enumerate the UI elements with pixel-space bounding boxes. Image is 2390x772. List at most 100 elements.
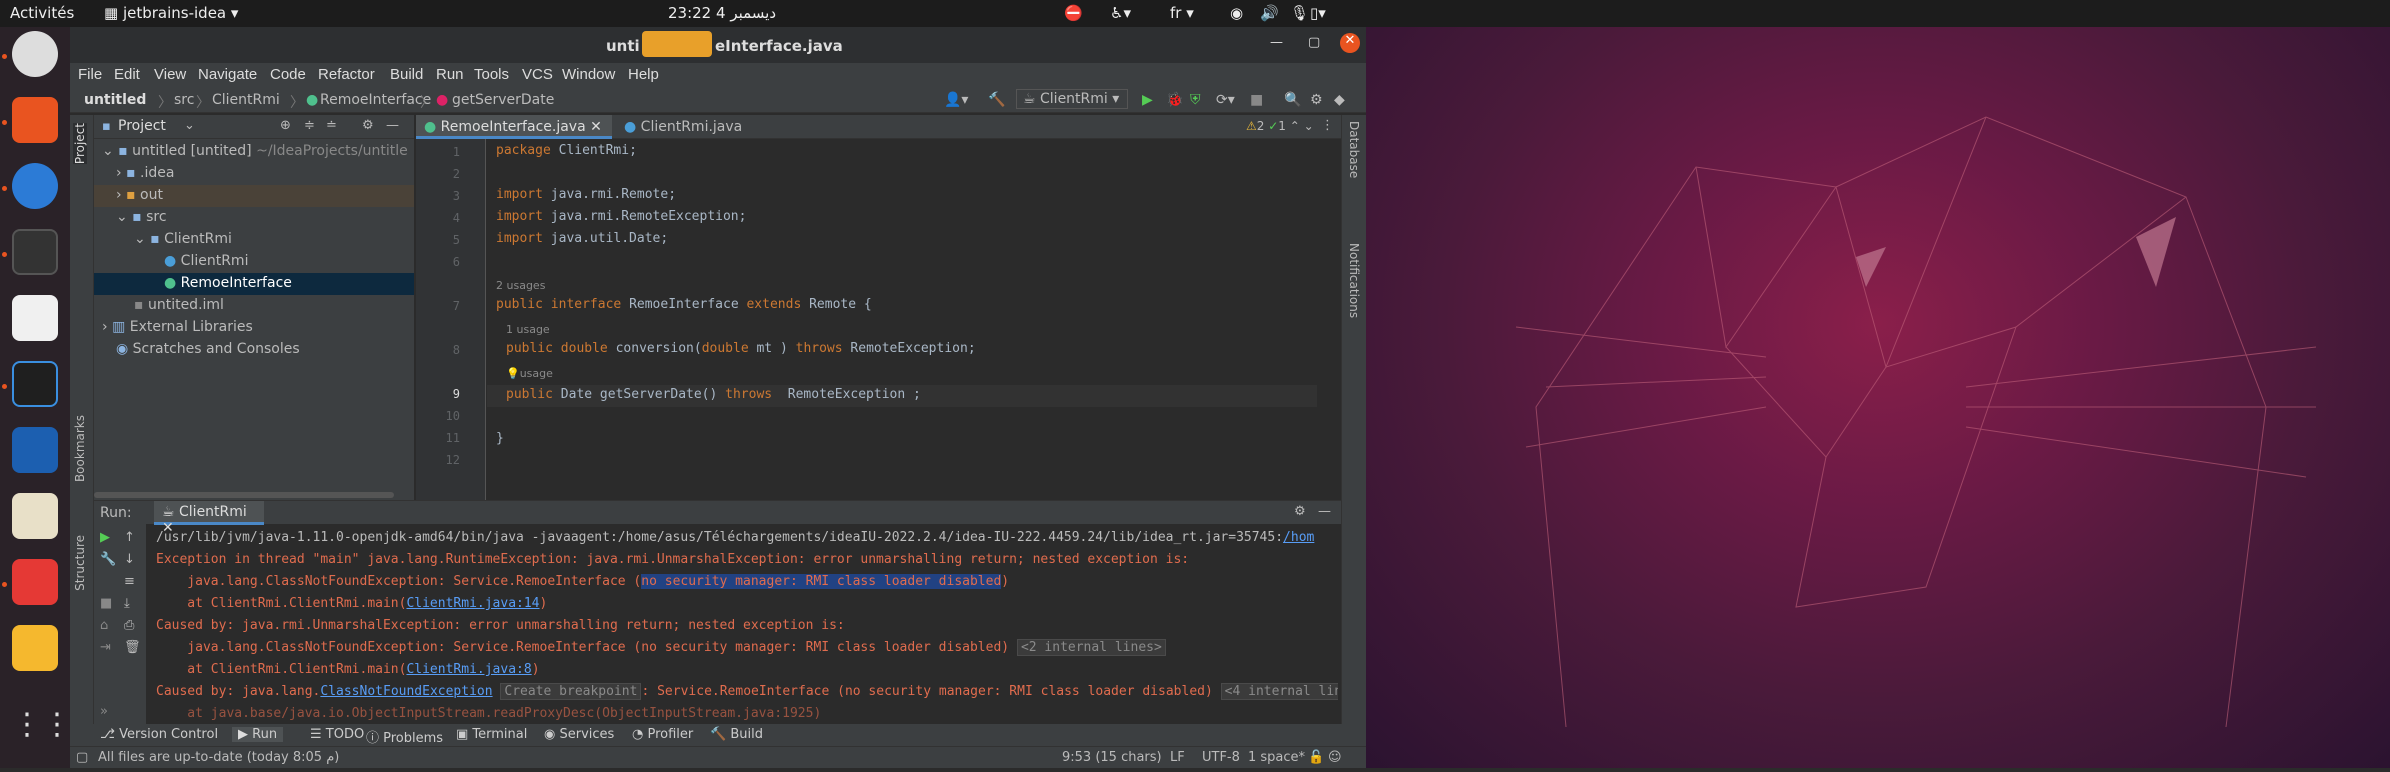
- camera-icon[interactable]: ⌂: [100, 618, 108, 633]
- record-icon[interactable]: ⛔: [1064, 4, 1083, 22]
- tree-item-external-libs[interactable]: › ▥ External Libraries: [102, 319, 253, 335]
- console-link[interactable]: /hom: [1283, 530, 1314, 545]
- volume-icon[interactable]: 🔊: [1260, 4, 1279, 22]
- build-hammer-icon[interactable]: 🔨: [988, 92, 1005, 108]
- notifications-tool-tab[interactable]: Notifications: [1347, 243, 1361, 318]
- run-config-tab[interactable]: ☕ ClientRmi ✕: [154, 501, 264, 536]
- tab-version-control[interactable]: ⎇ Version Control: [100, 727, 218, 742]
- run-hide-icon[interactable]: —: [1318, 504, 1331, 519]
- code-line-11[interactable]: }: [496, 431, 504, 446]
- code-line-1[interactable]: package ClientRmi;: [496, 143, 637, 158]
- menu-vcs[interactable]: VCS: [522, 66, 553, 83]
- inspection-widget[interactable]: ⚠2 ✓1 ⌃ ⌄: [1246, 119, 1314, 133]
- structure-tool-tab[interactable]: Structure: [73, 535, 87, 591]
- tab-close-icon[interactable]: ✕: [590, 119, 602, 135]
- inspector-icon[interactable]: ☺: [1328, 750, 1342, 765]
- soft-wrap-icon[interactable]: ≡: [124, 574, 135, 589]
- screen-share-indicator[interactable]: [642, 31, 712, 57]
- usages-hint[interactable]: 2 usages: [496, 279, 545, 292]
- code-line-3[interactable]: import java.rmi.Remote;: [496, 187, 676, 202]
- project-panel-title[interactable]: Project: [118, 118, 166, 134]
- tab-profiler[interactable]: ◔ Profiler: [632, 727, 693, 742]
- menu-tools[interactable]: Tools: [474, 66, 509, 83]
- file-encoding[interactable]: UTF-8: [1202, 750, 1240, 765]
- console-link[interactable]: ClientRmi.java:14: [406, 596, 539, 611]
- more-icon[interactable]: »: [100, 704, 108, 719]
- project-tool-tab[interactable]: Project: [73, 123, 87, 165]
- code-line-5[interactable]: import java.util.Date;: [496, 231, 668, 246]
- tree-item-iml[interactable]: ▪ untited.iml: [134, 297, 224, 313]
- wifi-icon[interactable]: ◉: [1230, 4, 1243, 22]
- document-viewer-icon[interactable]: [12, 295, 58, 341]
- user-icon[interactable]: 👤▾: [944, 92, 968, 108]
- console-link[interactable]: ClassNotFoundException: [320, 684, 492, 699]
- search-icon[interactable]: 🔍: [1284, 92, 1301, 108]
- breadcrumb-interface[interactable]: RemoeInterface: [320, 92, 431, 108]
- run-icon[interactable]: ▶: [1142, 92, 1153, 108]
- create-breakpoint-chip[interactable]: Create breakpoint: [500, 683, 642, 700]
- tree-root[interactable]: ⌄ ▪ untitled [untited] ~/IdeaProjects/un…: [102, 143, 408, 159]
- run-gear-icon[interactable]: ⚙: [1294, 504, 1306, 519]
- system-monitor-icon[interactable]: [12, 427, 58, 473]
- caret-position[interactable]: 9:53 (15 chars): [1062, 750, 1162, 765]
- tabs-menu-icon[interactable]: ⋮: [1321, 118, 1334, 133]
- intellij-idea-icon[interactable]: [12, 361, 58, 407]
- maximize-icon[interactable]: ▢: [1308, 35, 1320, 50]
- menu-window[interactable]: Window: [562, 66, 615, 83]
- tab-services[interactable]: ◉ Services: [544, 727, 614, 742]
- help-icon[interactable]: [12, 163, 58, 209]
- tree-item-out[interactable]: › ▪ out: [94, 185, 414, 207]
- more-run-icon[interactable]: ⟳▾: [1216, 92, 1235, 108]
- settings-icon[interactable]: ⚙: [1310, 92, 1323, 108]
- anydesk-icon[interactable]: [12, 559, 58, 605]
- selected-text[interactable]: no security manager: RMI class loader di…: [641, 574, 1002, 589]
- collapse-all-icon[interactable]: ≐: [326, 118, 337, 133]
- text-editor-icon[interactable]: [12, 493, 58, 539]
- close-icon[interactable]: ✕: [1340, 33, 1360, 53]
- gear-icon[interactable]: ⚙: [362, 118, 374, 133]
- bookmarks-tool-tab[interactable]: Bookmarks: [73, 415, 87, 482]
- menu-view[interactable]: View: [154, 66, 186, 83]
- down-icon[interactable]: ↓: [124, 552, 135, 567]
- print-icon[interactable]: ⎙: [124, 618, 134, 633]
- expand-all-icon[interactable]: ≑: [304, 118, 315, 133]
- code-line-9[interactable]: public Date getServerDate() throws Remot…: [506, 387, 921, 402]
- rerun-icon[interactable]: ▶: [100, 530, 110, 545]
- code-line-4[interactable]: import java.rmi.RemoteException;: [496, 209, 746, 224]
- debug-icon[interactable]: 🐞: [1166, 92, 1183, 108]
- code-line-7[interactable]: public interface RemoeInterface extends …: [496, 297, 872, 312]
- tab-build[interactable]: 🔨 Build: [710, 727, 763, 742]
- usages-hint[interactable]: 1 usage: [506, 323, 550, 336]
- stop-run-icon[interactable]: ■: [100, 596, 112, 611]
- rhythmbox-icon[interactable]: [12, 31, 58, 77]
- app-menu[interactable]: ▦ jetbrains-idea ▾: [104, 4, 238, 22]
- tree-item-src[interactable]: ⌄ ▪ src: [116, 209, 167, 225]
- menu-refactor[interactable]: Refactor: [318, 66, 375, 83]
- stop-icon[interactable]: ■: [1250, 92, 1263, 108]
- minimize-icon[interactable]: —: [1270, 35, 1283, 50]
- run-config-select[interactable]: ☕ ClientRmi ▾: [1016, 89, 1128, 109]
- status-icon[interactable]: ▢: [76, 750, 88, 765]
- breadcrumb-project[interactable]: untitled: [84, 92, 146, 108]
- tab-todo[interactable]: ☰ TODO: [310, 727, 364, 742]
- hide-icon[interactable]: —: [386, 118, 399, 133]
- editor-scrollbar[interactable]: [1327, 139, 1335, 500]
- locate-icon[interactable]: ⊕: [280, 118, 291, 133]
- tree-item-scratches[interactable]: ◉ Scratches and Consoles: [116, 341, 300, 357]
- scroll-end-icon[interactable]: ⤓: [124, 596, 130, 611]
- tree-item-package[interactable]: ⌄ ▪ ClientRmi: [134, 231, 232, 247]
- line-separator[interactable]: LF: [1170, 750, 1185, 765]
- tab-clientrmi[interactable]: ● ClientRmi.java: [616, 115, 786, 139]
- tree-item-idea[interactable]: › ▪ .idea: [116, 165, 174, 181]
- activities-button[interactable]: Activités: [10, 4, 74, 22]
- power-icon[interactable]: ▯▾: [1310, 4, 1326, 22]
- wrench-icon[interactable]: 🔧: [100, 552, 116, 567]
- mic-icon[interactable]: 🎙: [1290, 4, 1309, 22]
- accessibility-icon[interactable]: ♿▾: [1110, 4, 1131, 22]
- up-icon[interactable]: ↑: [124, 530, 135, 545]
- tab-remoeinterface[interactable]: ● RemoeInterface.java ✕: [416, 115, 612, 139]
- status-message[interactable]: All files are up-to-date (today 8:05 م): [98, 750, 339, 765]
- drive-icon[interactable]: [12, 625, 58, 671]
- breadcrumb-package[interactable]: ClientRmi: [212, 92, 280, 108]
- menu-help[interactable]: Help: [628, 66, 659, 83]
